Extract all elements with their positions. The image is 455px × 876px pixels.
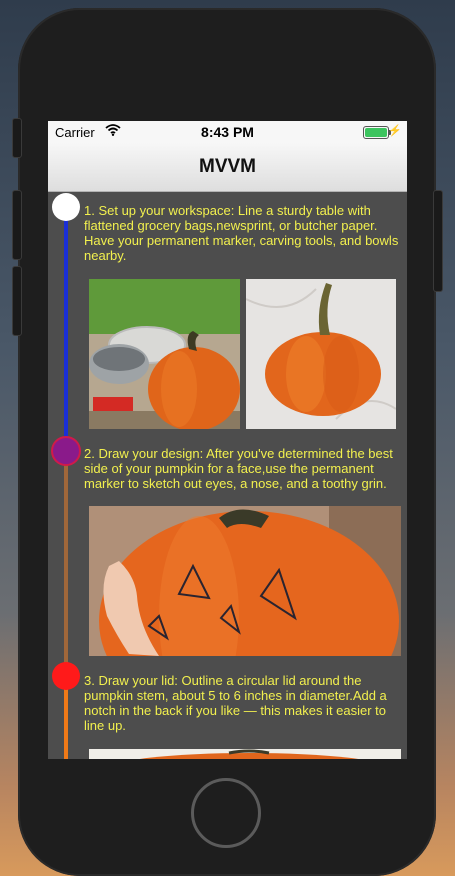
timeline-node-step2 — [51, 436, 81, 466]
home-button[interactable] — [191, 778, 261, 848]
step-2-text: 2. Draw your design: After you've determ… — [84, 446, 393, 491]
power-button — [433, 190, 443, 292]
battery-icon — [363, 126, 391, 139]
charging-bolt-icon: ⚡ — [388, 125, 402, 137]
navigation-bar: MVVM — [48, 143, 407, 192]
step-3-photo-lid — [89, 749, 401, 759]
timeline-line-step1 — [64, 212, 68, 454]
volume-up-button — [12, 190, 22, 260]
mute-switch — [12, 118, 22, 158]
step-1-text: 1. Set up your workspace: Line a sturdy … — [84, 203, 399, 263]
timeline-line-step2 — [64, 454, 68, 674]
step-1-photo-pumpkin — [246, 279, 396, 429]
timeline-node-step1 — [52, 193, 80, 221]
app-screen: Carrier 8:43 PM ⚡ MVVM 1. Set up your wo… — [48, 121, 407, 759]
step-2-photo-drawn-pumpkin — [89, 506, 401, 656]
status-time: 8:43 PM — [201, 124, 254, 140]
volume-down-button — [12, 266, 22, 336]
status-bar: Carrier 8:43 PM ⚡ — [48, 121, 407, 143]
timeline-list[interactable]: 1. Set up your workspace: Line a sturdy … — [48, 192, 407, 759]
page-title: MVVM — [199, 156, 256, 177]
step-1-photo-bowls — [89, 279, 240, 429]
step-3-text: 3. Draw your lid: Outline a circular lid… — [84, 673, 387, 733]
timeline-node-step3 — [52, 662, 80, 690]
